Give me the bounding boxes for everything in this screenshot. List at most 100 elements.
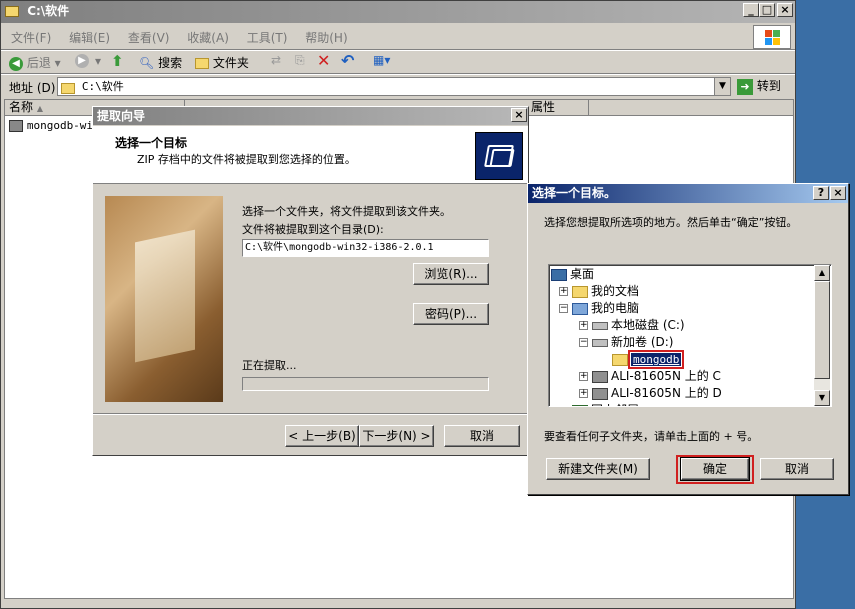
undo-icon[interactable]: ↶ <box>341 51 354 70</box>
tree-item[interactable]: + 我的文档 <box>559 283 639 300</box>
address-dropdown-icon[interactable]: ▼ <box>714 78 730 95</box>
network-drive-icon <box>592 370 608 383</box>
divider <box>93 413 528 415</box>
folder-icon <box>61 82 75 94</box>
my-documents-icon <box>572 285 588 298</box>
tree-item-label: 我的电脑 <box>591 301 640 315</box>
new-folder-button[interactable]: 新建文件夹(M) <box>546 458 650 480</box>
folder-icon <box>5 6 19 17</box>
tree-item[interactable]: + 网上邻居 <box>559 402 639 407</box>
wizard-subheading: ZIP 存档中的文件将被提取到您选择的位置。 <box>137 153 356 166</box>
divider <box>1 73 795 75</box>
search-button[interactable]: 🔍︎ 搜索 <box>139 54 182 71</box>
drive-icon <box>592 321 608 330</box>
tree-item[interactable]: − 我的电脑 <box>559 300 639 317</box>
back-button[interactable]: ◀ 后退 ▾ <box>9 54 61 71</box>
folder-tree[interactable]: 桌面 + 我的文档 − 我的电脑 + 本地磁盘 (C:) − 新加卷 (D:) mongodb + A… <box>548 264 832 407</box>
directory-label: 文件将被提取到这个目录(D): <box>242 223 384 236</box>
zip-folder-icon <box>9 119 23 132</box>
column-header-attributes[interactable]: 属性 <box>529 100 589 116</box>
my-computer-icon <box>572 302 588 315</box>
ok-button[interactable]: 确定 <box>680 457 750 481</box>
back-step-button[interactable]: < 上一步(B) <box>285 425 359 447</box>
tree-scrollbar[interactable]: ▲ ▼ <box>814 265 830 406</box>
up-folder-icon[interactable]: ⬆ <box>111 52 124 70</box>
collapse-icon[interactable]: − <box>559 304 568 313</box>
folder-icon <box>612 353 628 366</box>
wizard-close-button[interactable]: × <box>511 108 527 122</box>
tree-item[interactable]: + 本地磁盘 (C:) <box>579 317 685 334</box>
browse-cancel-button[interactable]: 取消 <box>760 458 834 480</box>
help-button[interactable]: ? <box>813 186 829 200</box>
tree-item-label: 我的文档 <box>591 284 640 298</box>
collapse-icon[interactable]: − <box>579 338 588 347</box>
next-step-button[interactable]: 下一步(N) > <box>359 425 434 447</box>
scroll-down-icon[interactable]: ▼ <box>814 390 830 406</box>
browse-title: 选择一个目标。 <box>532 186 617 200</box>
maximize-button[interactable]: □ <box>759 3 775 17</box>
menu-favorites[interactable]: 收藏(A) <box>187 31 229 45</box>
menu-bar: 文件(F) 编辑(E) 查看(V) 收藏(A) 工具(T) 帮助(H) <box>11 29 362 45</box>
tree-item-label: 本地磁盘 (C:) <box>611 318 685 332</box>
minimize-button[interactable]: _ <box>743 3 759 17</box>
forward-dropdown-icon[interactable]: ▾ <box>95 54 101 68</box>
browse-button[interactable]: 浏览(R)... <box>413 263 489 285</box>
browse-titlebar[interactable]: 选择一个目标。 ? × <box>528 184 848 203</box>
wizard-cancel-button[interactable]: 取消 <box>444 425 520 447</box>
expand-icon[interactable]: + <box>579 321 588 330</box>
expand-icon[interactable]: + <box>579 389 588 398</box>
delete-icon[interactable]: ✕ <box>317 51 330 70</box>
expand-icon[interactable]: + <box>579 372 588 381</box>
tree-item-label: 新加卷 (D:) <box>611 335 674 349</box>
explorer-titlebar[interactable]: C:\软件 _ □ × <box>1 1 795 23</box>
scroll-up-icon[interactable]: ▲ <box>814 265 830 281</box>
menu-view[interactable]: 查看(V) <box>128 31 170 45</box>
tree-item[interactable]: + ALI-81605N 上的 D <box>579 385 722 402</box>
wizard-header: 选择一个目标 ZIP 存档中的文件将被提取到您选择的位置。 <box>93 126 528 184</box>
tree-item-label: ALI-81605N 上的 D <box>611 386 722 400</box>
go-arrow-icon: ➜ <box>737 78 753 95</box>
progress-bar <box>242 377 489 391</box>
progress-label: 正在提取... <box>242 359 297 372</box>
back-arrow-icon: ◀ <box>9 56 23 71</box>
extraction-wizard: 提取向导 × 选择一个目标 ZIP 存档中的文件将被提取到您选择的位置。 选择一… <box>92 106 529 456</box>
windows-logo <box>753 25 791 49</box>
close-button[interactable]: × <box>777 3 793 17</box>
menu-tools[interactable]: 工具(T) <box>247 31 288 45</box>
tree-item[interactable]: 桌面 <box>551 266 594 283</box>
address-input[interactable]: C:\软件 ▼ <box>57 77 731 96</box>
menu-edit[interactable]: 编辑(E) <box>69 31 110 45</box>
tree-item-label: mongodb <box>627 350 685 369</box>
move-to-icon[interactable]: ⇄ <box>271 53 281 67</box>
tree-item-label: ALI-81605N 上的 C <box>611 369 721 383</box>
expand-icon[interactable]: + <box>559 287 568 296</box>
drive-icon <box>592 338 608 347</box>
directory-input[interactable]: C:\软件\mongodb-win32-i386-2.0.1 <box>242 239 489 257</box>
wizard-title: 提取向导 <box>97 109 146 123</box>
go-button[interactable]: ➜ 转到 <box>737 77 781 95</box>
file-list-item[interactable]: mongodb-win <box>9 118 100 132</box>
forward-arrow-icon[interactable]: ▶ <box>75 54 89 68</box>
address-label: 地址 (D) <box>9 81 56 95</box>
tree-item[interactable]: − 新加卷 (D:) <box>579 334 673 351</box>
wizard-side-image <box>105 196 223 402</box>
zip-folders-icon <box>475 132 523 180</box>
menu-file[interactable]: 文件(F) <box>11 31 51 45</box>
browse-close-button[interactable]: × <box>830 186 846 200</box>
folders-button[interactable]: 文件夹 <box>195 54 249 71</box>
copy-to-icon[interactable]: ⎘ <box>295 53 305 68</box>
password-button[interactable]: 密码(P)... <box>413 303 489 325</box>
tree-item-selected[interactable]: mongodb <box>599 350 685 369</box>
sort-arrow-icon: ▲ <box>36 104 43 113</box>
tree-item[interactable]: + ALI-81605N 上的 C <box>579 368 721 385</box>
expand-icon[interactable]: + <box>560 406 568 407</box>
menu-help[interactable]: 帮助(H) <box>305 31 347 45</box>
window-title: C:\软件 <box>27 4 70 18</box>
toolbar: ◀ 后退 ▾ ▶ ▾ ⬆ 🔍︎ 搜索 文件夹 ⇄ ⎘ ✕ ↶ ▦▾ <box>5 51 405 72</box>
scroll-thumb[interactable] <box>814 281 830 379</box>
desktop-icon <box>551 268 567 281</box>
wizard-titlebar[interactable]: 提取向导 × <box>93 107 528 125</box>
folders-icon <box>195 58 209 69</box>
wizard-instruction: 选择一个文件夹，将文件提取到该文件夹。 <box>242 205 451 218</box>
views-icon[interactable]: ▦▾ <box>373 53 390 67</box>
